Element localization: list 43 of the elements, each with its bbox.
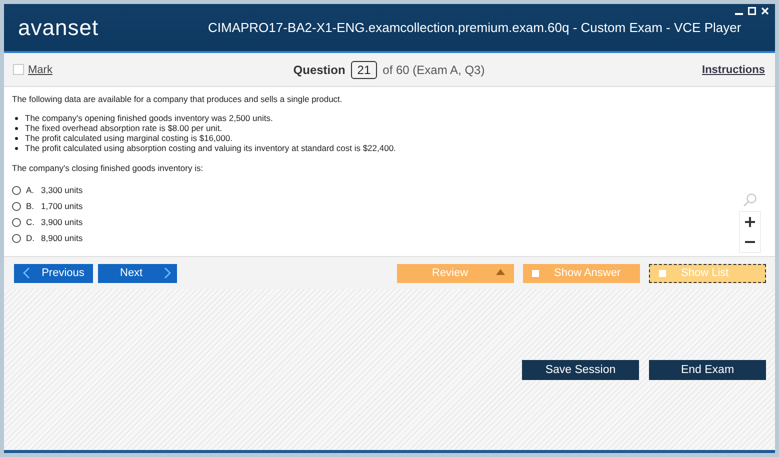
question-number-field[interactable]: 21 [351,60,377,78]
radio-button[interactable] [12,202,21,210]
end-exam-button[interactable]: End Exam [649,360,766,380]
option-letter: C. [26,217,36,227]
option-text: 3,900 units [41,217,83,227]
previous-button[interactable]: Previous [14,264,93,282]
checkbox[interactable] [532,270,539,276]
question-text: The following data are available for a company that produces and sells a single product. [12,94,344,104]
radio-button[interactable] [12,186,21,194]
option-text: 1,700 units [41,201,83,211]
bullet-text: The profit calculated using absorption costing and valuing its inventory at standard cost is $22,400. [25,143,396,153]
zoom-in-icon[interactable] [745,217,755,227]
chevron-right-icon [164,267,171,279]
bullet-text: The fixed overhead absorption rate is $8.00 per unit. [25,123,222,133]
radio-button[interactable] [12,234,21,242]
close-icon[interactable] [761,7,769,15]
option-letter: B. [26,201,36,211]
option-letter: D. [26,233,36,243]
mark-label[interactable]: Mark [28,64,52,76]
mark-checkbox[interactable] [13,64,24,75]
next-button[interactable]: Next [98,264,177,282]
maximize-icon[interactable] [748,7,756,15]
chevron-left-icon [22,267,30,279]
option-text: 8,900 units [41,233,83,243]
bullet-text: The company's opening finished goods inventory was 2,500 units. [25,113,273,123]
save-session-button[interactable]: Save Session [522,360,639,380]
bullet-icon [15,116,18,120]
bullet-icon [15,136,18,140]
window-title: CIMAPRO17-BA2-X1-ENG.examcollection.premium.exam.60q - Custom Exam - VCE Player [208,20,742,35]
checkbox[interactable] [659,270,666,276]
caret-icon [496,268,505,274]
app-logo: avanset [18,14,100,40]
bullet-icon [15,146,18,150]
question-label: Question [293,62,346,76]
search-icon [743,193,757,207]
instructions-link[interactable]: Instructions [504,64,765,76]
question-prompt: The company's closing finished goods inventory is: [12,163,204,173]
bullet-icon [15,126,18,130]
radio-button[interactable] [12,218,21,226]
option-letter: A. [26,185,36,195]
bullet-text: The profit calculated using marginal costing is $16,000. [25,133,232,143]
question-count: of 60 (Exam A, Q3) [382,62,485,76]
option-text: 3,300 units [41,185,83,195]
